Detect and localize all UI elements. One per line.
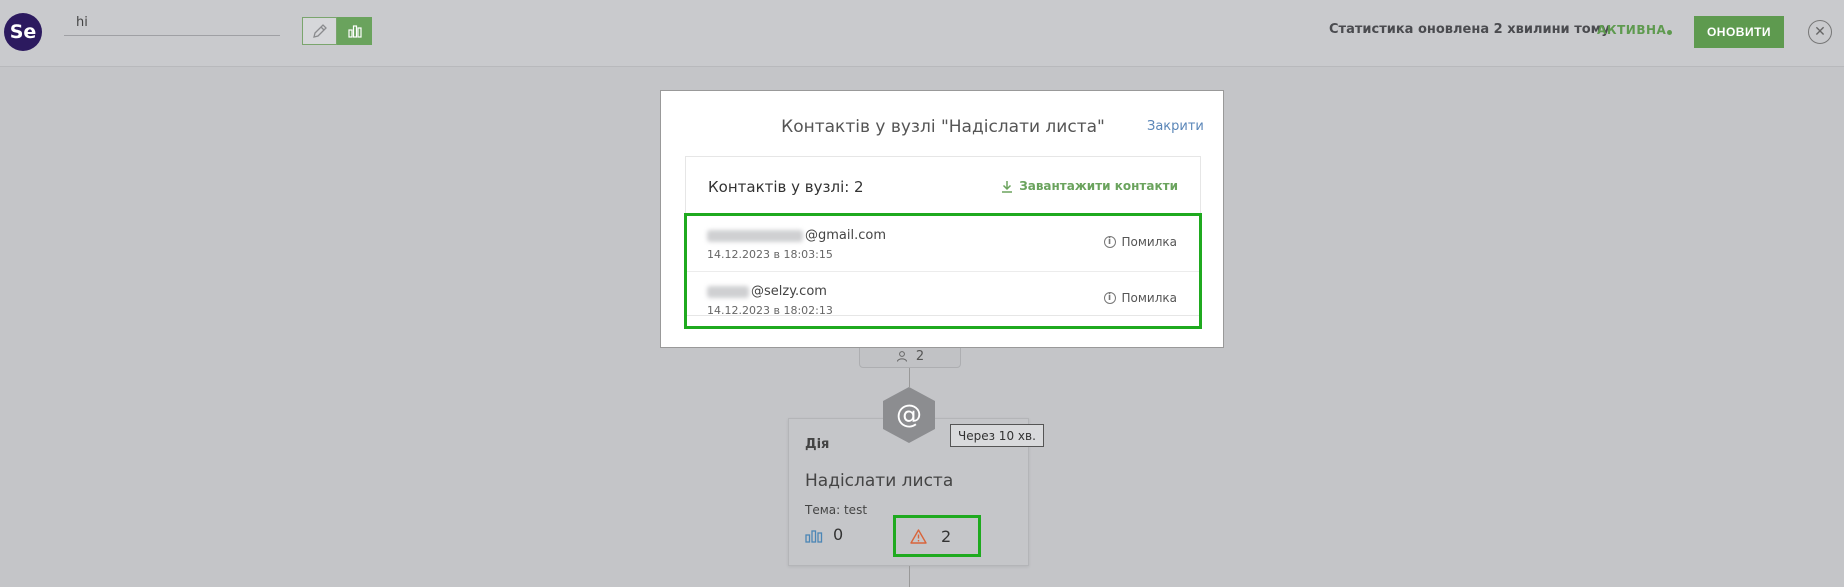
contact-row[interactable]: @selzy.com 14.12.2023 в 18:02:13 i Помил… [687,271,1199,326]
contacts-modal: Контактів у вузлі "Надіслати листа" Закр… [660,90,1224,348]
stats-value: 0 [833,525,844,544]
node-title: Надіслати листа [805,471,954,491]
redacted-email-user [707,285,749,298]
refresh-button[interactable]: ОНОВИТИ [1694,16,1784,48]
contacts-list: @gmail.com 14.12.2023 в 18:03:15 i Помил… [684,213,1202,329]
edit-mode-toggle[interactable] [302,17,337,45]
contact-status-label: Помилка [1121,235,1178,249]
status-badge: АКТИВНА [1597,23,1667,37]
contact-status[interactable]: i Помилка [1103,235,1178,249]
top-bar: Se hi Статистика оновлена 2 хвилини тому… [0,0,1844,67]
contact-email-domain: @selzy.com [751,284,827,299]
counter-value: 2 [915,348,925,364]
stats-icon [805,528,823,547]
error-counter[interactable]: 2 [893,515,981,557]
redacted-email-user [707,229,803,242]
download-contacts-link[interactable]: Завантажити контакти [1001,179,1178,193]
info-icon: i [1103,236,1116,248]
contact-row[interactable]: @gmail.com 14.12.2023 в 18:03:15 i Помил… [687,216,1199,271]
contact-date: 14.12.2023 в 18:02:13 [707,304,833,317]
view-toggle-group [302,17,372,45]
campaign-name-input[interactable]: hi [64,10,280,36]
active-dot-icon [1667,30,1672,35]
node-type-label: Дія [805,437,830,452]
delay-tooltip: Через 10 хв. [950,424,1044,447]
contact-email-domain: @gmail.com [805,228,887,243]
contact-date: 14.12.2023 в 18:03:15 [707,248,833,261]
error-count: 2 [941,526,952,546]
contact-email: @gmail.com [707,228,886,243]
warning-icon [910,528,927,544]
user-icon [896,351,907,362]
contact-status-label: Помилка [1121,291,1178,305]
app-logo[interactable]: Se [4,13,42,51]
download-label: Завантажити контакти [1019,179,1178,193]
close-icon[interactable]: ✕ [1808,20,1832,44]
stats-updated-text: Статистика оновлена 2 хвилини тому [1329,22,1610,37]
bar-chart-icon [347,25,362,38]
download-icon [1002,180,1013,193]
stats-mode-toggle[interactable] [337,17,372,45]
info-icon: i [1103,292,1116,304]
email-subject: Тема: test [805,503,868,517]
modal-close-link[interactable]: Закрити [1147,119,1204,134]
contacts-count: Контактів у вузлі: 2 [708,178,864,196]
contacts-panel: Контактів у вузлі: 2 Завантажити контакт… [684,156,1202,329]
contact-status[interactable]: i Помилка [1103,291,1178,305]
flow-connector [909,566,910,587]
flow-connector [909,368,910,387]
pencil-icon [312,24,327,38]
modal-title: Контактів у вузлі "Надіслати листа" [781,117,1105,137]
contact-email: @selzy.com [707,284,827,299]
